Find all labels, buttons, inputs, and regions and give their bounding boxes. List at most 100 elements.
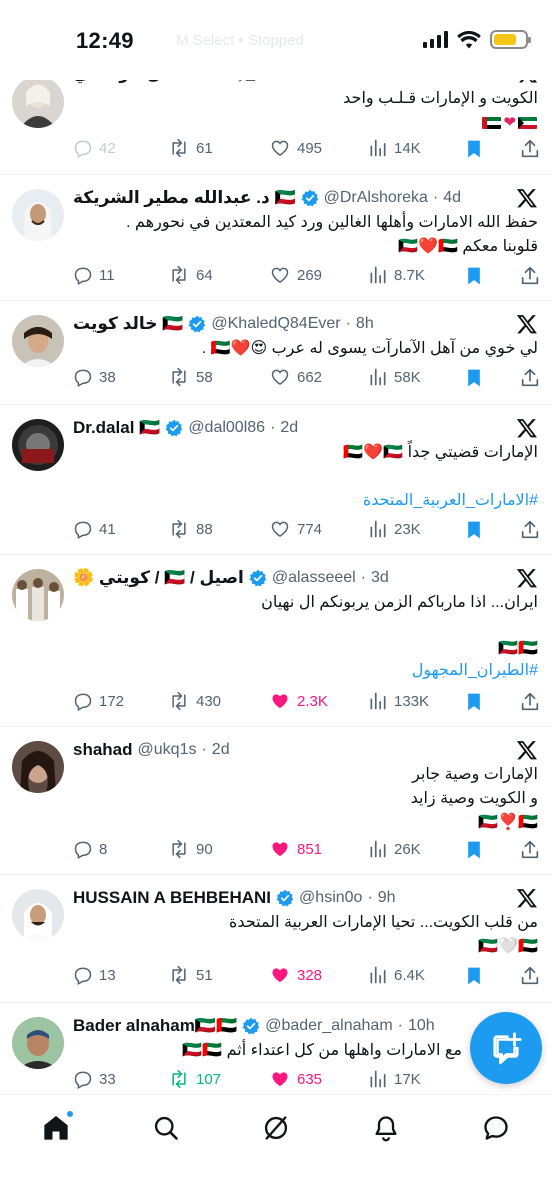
tweet-time[interactable]: 10h <box>408 1017 435 1035</box>
views-button[interactable]: 26K <box>368 839 421 859</box>
views-button[interactable]: 17K <box>368 1069 421 1089</box>
bookmark-button[interactable] <box>464 965 484 987</box>
views-icon <box>370 266 386 284</box>
tweet-card[interactable]: 🌼 كويتي / 🇰🇼 / اصيل @alasseeel · 3d ايرا… <box>0 555 552 727</box>
tweet-time[interactable]: 2d <box>280 419 298 437</box>
tweet-card[interactable]: د. عبدالله مطير الشريكة 🇰🇼 @DrAlshoreka … <box>0 175 552 301</box>
avatar[interactable] <box>12 76 64 128</box>
author-name[interactable]: shahad <box>73 740 133 760</box>
like-button-liked[interactable]: 2.3K <box>269 691 328 711</box>
nav-messages[interactable] <box>481 1113 511 1143</box>
bookmark-button[interactable] <box>464 138 484 160</box>
tweet-card[interactable]: HUSSAIN A BEHBEHANI @hsin0o · 9h من قلب … <box>0 875 552 1003</box>
tweet-card[interactable]: خالد كويت 🇰🇼 @KhaledQ84Ever · 8h لي خوي … <box>0 301 552 405</box>
reply-button[interactable]: 42 <box>73 138 116 158</box>
retweet-button[interactable]: 430 <box>168 691 221 711</box>
avatar[interactable] <box>12 889 64 941</box>
retweet-button[interactable]: 51 <box>168 965 213 985</box>
like-button[interactable]: 662 <box>269 367 322 387</box>
tweet-card[interactable]: shahad @ukq1s · 2d الإمارات وصية جابر و … <box>0 727 552 875</box>
share-button[interactable] <box>519 839 541 861</box>
retweet-button[interactable]: 90 <box>168 839 213 859</box>
like-button-liked[interactable]: 328 <box>269 965 322 985</box>
views-button[interactable]: 6.4K <box>368 965 425 985</box>
author-name[interactable]: خالد كويت 🇰🇼 <box>73 314 183 334</box>
avatar[interactable] <box>12 569 64 621</box>
tweet-time[interactable]: 2d <box>212 741 230 759</box>
bookmark-button[interactable] <box>464 691 484 713</box>
views-button[interactable]: 14K <box>368 138 421 158</box>
author-name[interactable]: Bader alnaham🇰🇼🇦🇪 <box>73 1016 237 1036</box>
bookmark-button[interactable] <box>464 519 484 541</box>
author-handle[interactable]: @dal00l86 <box>188 419 265 437</box>
author-handle[interactable]: @hsin0o <box>299 889 362 907</box>
reply-button[interactable]: 8 <box>73 839 107 859</box>
share-button[interactable] <box>519 367 541 389</box>
bookmark-button[interactable] <box>464 839 484 861</box>
bookmark-button[interactable] <box>464 367 484 389</box>
retweet-button[interactable]: 58 <box>168 367 213 387</box>
author-name[interactable]: 🌼 كويتي / 🇰🇼 / اصيل <box>73 568 244 588</box>
reply-button[interactable]: 11 <box>73 265 115 285</box>
reply-button[interactable]: 13 <box>73 965 116 985</box>
author-name[interactable]: د. عبدالله مطير الشريكة 🇰🇼 <box>73 188 296 208</box>
tweet-card[interactable]: Dr.dalal 🇰🇼 @dal00l86 · 2d الإمارات قضيت… <box>0 405 552 555</box>
hashtag-link[interactable]: #الامارات_العربية_المتحدة <box>73 489 538 513</box>
author-handle[interactable]: @KhaledQ84Ever <box>211 315 340 333</box>
reply-button[interactable]: 33 <box>73 1069 116 1089</box>
views-button[interactable]: 8.7K <box>368 265 425 285</box>
like-button-liked[interactable]: 851 <box>269 839 322 859</box>
author-handle[interactable]: @DrAlshoreka <box>324 189 428 207</box>
nav-grok[interactable] <box>261 1113 291 1143</box>
views-button[interactable]: 58K <box>368 367 421 387</box>
home-icon <box>44 1115 68 1140</box>
tweet-time[interactable]: 4d <box>443 189 461 207</box>
views-button[interactable]: 23K <box>368 519 421 539</box>
author-handle[interactable]: @ukq1s <box>138 741 197 759</box>
author-name[interactable]: Dr.dalal 🇰🇼 <box>73 418 160 438</box>
avatar[interactable] <box>12 315 64 367</box>
nav-search[interactable] <box>151 1113 181 1143</box>
author-name[interactable]: HUSSAIN A BEHBEHANI <box>73 888 271 908</box>
author-handle[interactable]: @alasseeel <box>272 569 356 587</box>
views-button[interactable]: 133K <box>368 691 429 711</box>
tweet-header: shahad @ukq1s · 2d <box>73 738 502 762</box>
verified-badge-icon <box>301 189 318 207</box>
share-button[interactable] <box>519 265 541 287</box>
share-button[interactable] <box>519 519 541 541</box>
retweet-button[interactable]: 61 <box>168 138 213 158</box>
compose-fab-button[interactable] <box>470 1012 542 1084</box>
separator-dot: · <box>367 889 373 906</box>
share-button[interactable] <box>519 965 541 987</box>
reply-button[interactable]: 172 <box>73 691 124 711</box>
avatar[interactable] <box>12 1017 64 1069</box>
like-button[interactable]: 774 <box>269 519 322 539</box>
share-button[interactable] <box>519 691 541 713</box>
avatar[interactable] <box>12 189 64 241</box>
separator-dot: · <box>345 315 351 332</box>
like-count: 2.3K <box>297 692 328 710</box>
nav-home[interactable] <box>41 1110 74 1143</box>
retweet-button-active[interactable]: 107 <box>168 1069 221 1089</box>
author-handle[interactable]: @bader_alnaham <box>265 1017 392 1035</box>
tweet-time[interactable]: 8h <box>356 315 374 333</box>
like-button[interactable]: 495 <box>269 138 322 158</box>
tweet-time[interactable]: 3d <box>371 569 389 587</box>
heart-icon <box>271 267 289 283</box>
tweet-time[interactable]: 9h <box>378 889 396 907</box>
separator-dot: · <box>360 569 367 586</box>
like-button[interactable]: 269 <box>269 265 322 285</box>
timeline-feed[interactable]: دلال الرفاعي @dalaly_alR · 2d الكويت و ا… <box>0 64 552 1113</box>
avatar[interactable] <box>12 741 64 793</box>
hashtag-link[interactable]: #الطيران_المجهول <box>73 659 538 683</box>
avatar[interactable] <box>12 419 64 471</box>
share-button[interactable] <box>519 138 541 160</box>
reply-button[interactable]: 38 <box>73 367 116 387</box>
nav-notifications[interactable] <box>371 1113 401 1143</box>
retweet-count: 90 <box>196 840 213 858</box>
retweet-button[interactable]: 64 <box>168 265 213 285</box>
reply-button[interactable]: 41 <box>73 519 116 539</box>
bookmark-button[interactable] <box>464 265 484 287</box>
like-button-liked[interactable]: 635 <box>269 1069 322 1089</box>
retweet-button[interactable]: 88 <box>168 519 213 539</box>
